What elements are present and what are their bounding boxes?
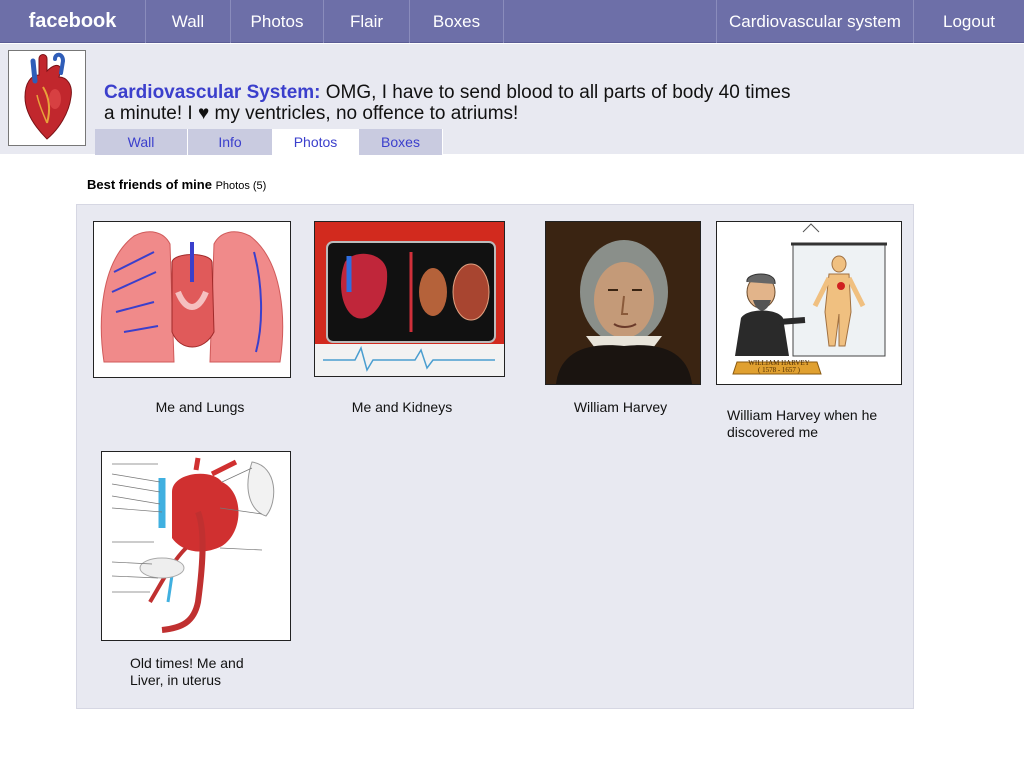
top-navigation-bar: facebook Wall Photos Flair Boxes Cardiov… <box>0 0 1024 43</box>
album-heading: Best friends of mine Photos (5) <box>87 177 266 192</box>
photo-caption: William Harvey when he discovered me <box>727 407 878 440</box>
lungs-heart-illustration-icon <box>94 222 290 377</box>
profile-status: Cardiovascular System: OMG, I have to se… <box>104 82 794 124</box>
heart-icon: ♥ <box>198 103 210 124</box>
album-photo-count[interactable]: Photos (5) <box>216 180 267 192</box>
profile-name[interactable]: Cardiovascular System: <box>104 82 321 103</box>
tab-info[interactable]: Info <box>188 129 273 155</box>
facebook-logo-link[interactable]: facebook <box>0 0 146 43</box>
heart-organ-icon <box>9 51 85 145</box>
portrait-painting-icon <box>546 222 700 384</box>
profile-avatar[interactable] <box>8 50 86 146</box>
tab-photos[interactable]: Photos <box>273 129 359 155</box>
album-title[interactable]: Best friends of mine <box>87 177 212 192</box>
heart-kidney-illustration-icon <box>315 222 504 376</box>
photo-caption: Me and Lungs <box>155 399 245 415</box>
photo-caption: Me and Kidneys <box>351 399 453 415</box>
fetal-circulation-diagram-icon <box>102 452 290 640</box>
photo-me-and-kidneys[interactable] <box>314 221 505 377</box>
nav-logout[interactable]: Logout <box>914 0 1024 43</box>
photo-me-and-lungs[interactable] <box>93 221 291 378</box>
nav-wall[interactable]: Wall <box>146 0 231 43</box>
nav-flair[interactable]: Flair <box>324 0 410 43</box>
tab-wall[interactable]: Wall <box>95 129 188 155</box>
banner-dates: ( 1578 - 1657 ) <box>758 366 800 374</box>
nav-boxes[interactable]: Boxes <box>410 0 504 43</box>
nav-profile-link[interactable]: Cardiovascular system <box>716 0 914 43</box>
status-tail: my ventricles, no offence to atriums! <box>209 103 519 124</box>
photo-william-harvey[interactable] <box>545 221 701 385</box>
photo-harvey-discovered[interactable]: WILLIAM HARVEY ( 1578 - 1657 ) <box>716 221 902 385</box>
harvey-banner: WILLIAM HARVEY ( 1578 - 1657 ) <box>737 360 821 374</box>
tab-boxes[interactable]: Boxes <box>359 129 443 155</box>
photo-old-times[interactable] <box>101 451 291 641</box>
photo-caption: Old times! Me and Liver, in uterus <box>130 655 244 688</box>
nav-photos[interactable]: Photos <box>231 0 324 43</box>
photo-caption: William Harvey <box>573 399 668 415</box>
